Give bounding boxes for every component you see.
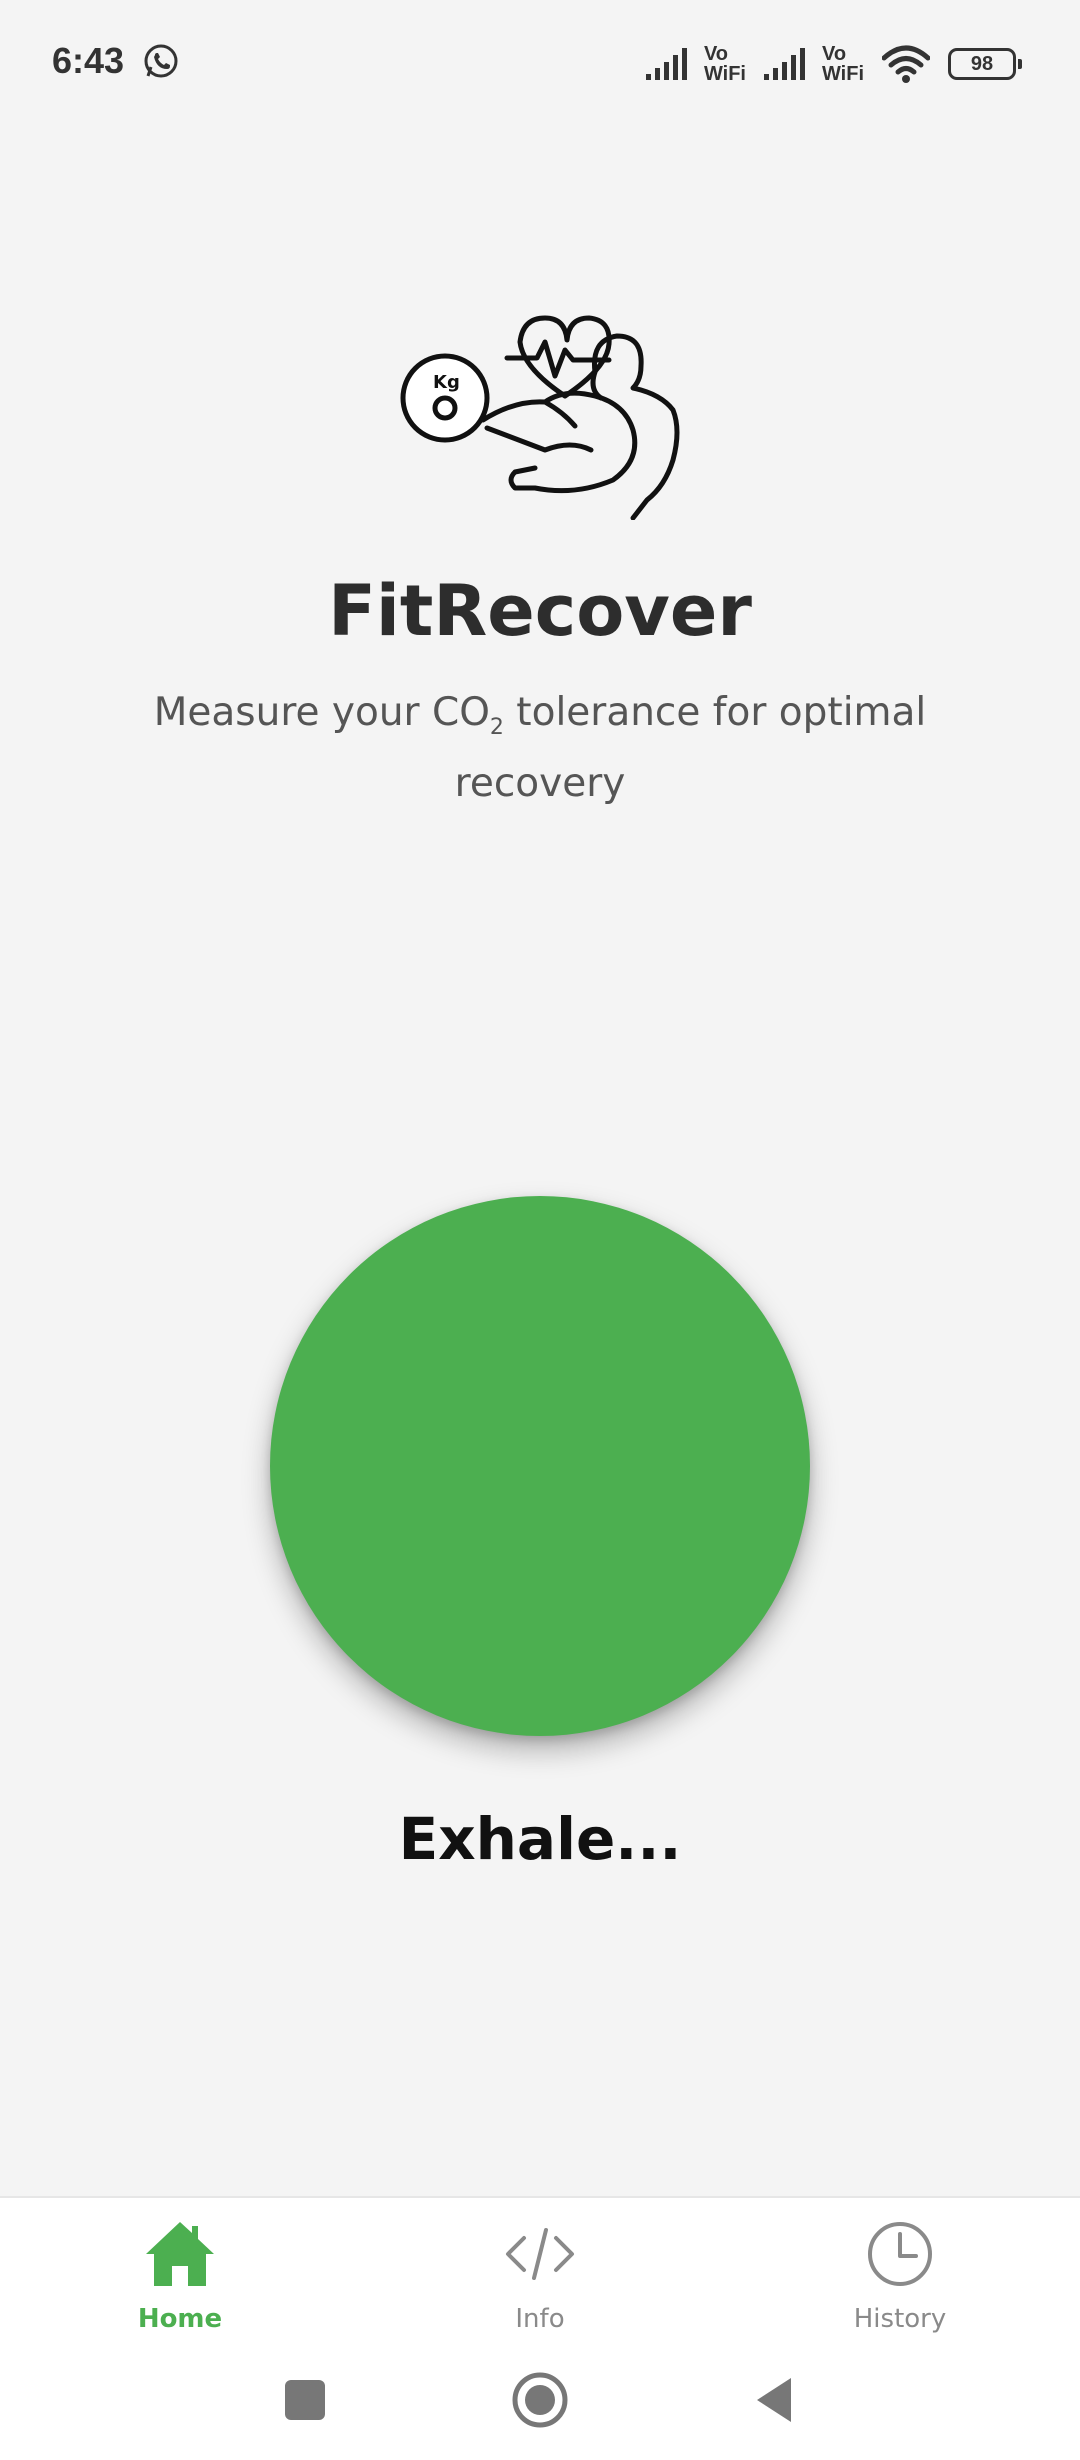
subtitle-text-end: tolerance for optimal recovery bbox=[454, 690, 927, 806]
vowifi-label: Vo WiFi bbox=[822, 44, 864, 84]
system-navigation-bar bbox=[0, 2350, 1080, 2440]
whatsapp-icon bbox=[144, 44, 178, 78]
vowifi-line-2: WiFi bbox=[821, 63, 864, 85]
nav-item-info[interactable]: Info bbox=[440, 2216, 640, 2336]
subtitle-text-start: Measure your CO bbox=[153, 690, 490, 735]
status-icons: Vo WiFi Vo WiFi 98 bbox=[644, 40, 1022, 88]
vowifi-line-1: Vo bbox=[703, 43, 729, 65]
signal-icon bbox=[645, 48, 687, 80]
nav-item-home[interactable]: Home bbox=[80, 2216, 280, 2336]
status-bar: 6:43 Vo WiFi Vo WiFi 98 bbox=[0, 0, 1080, 130]
vowifi-label: Vo WiFi bbox=[704, 44, 746, 84]
wifi-icon bbox=[882, 45, 930, 83]
breath-status: Exhale... bbox=[398, 1805, 682, 1873]
home-icon bbox=[146, 2222, 214, 2286]
code-icon bbox=[506, 2228, 574, 2280]
battery-icon: 98 bbox=[948, 48, 1022, 80]
subtitle-subscript: 2 bbox=[489, 714, 504, 740]
back-button[interactable] bbox=[745, 2370, 805, 2430]
recents-button[interactable] bbox=[275, 2370, 335, 2430]
nav-label-info: Info bbox=[515, 2304, 565, 2334]
vowifi-line-2: WiFi bbox=[703, 63, 746, 85]
home-button[interactable] bbox=[510, 2370, 570, 2430]
fitness-logo-icon: Kg bbox=[400, 315, 680, 520]
logo-kg: Kg bbox=[433, 372, 460, 393]
signal-icon bbox=[763, 48, 805, 80]
breath-circle-button[interactable] bbox=[270, 1196, 810, 1736]
battery-level: 98 bbox=[970, 52, 994, 75]
clock-icon bbox=[868, 2222, 932, 2286]
nav-item-history[interactable]: History bbox=[800, 2216, 1000, 2336]
status-time: 6:43 bbox=[52, 40, 125, 81]
nav-label-home: Home bbox=[137, 2304, 223, 2334]
app-subtitle: Measure your CO2 tolerance for optimal r… bbox=[120, 685, 960, 812]
screen: 6:43 Vo WiFi Vo WiFi 98 Kg FitRecover Me… bbox=[0, 0, 1080, 2460]
nav-label-history: History bbox=[853, 2304, 947, 2334]
app-title: FitRecover bbox=[328, 570, 752, 652]
vowifi-line-1: Vo bbox=[821, 43, 847, 65]
